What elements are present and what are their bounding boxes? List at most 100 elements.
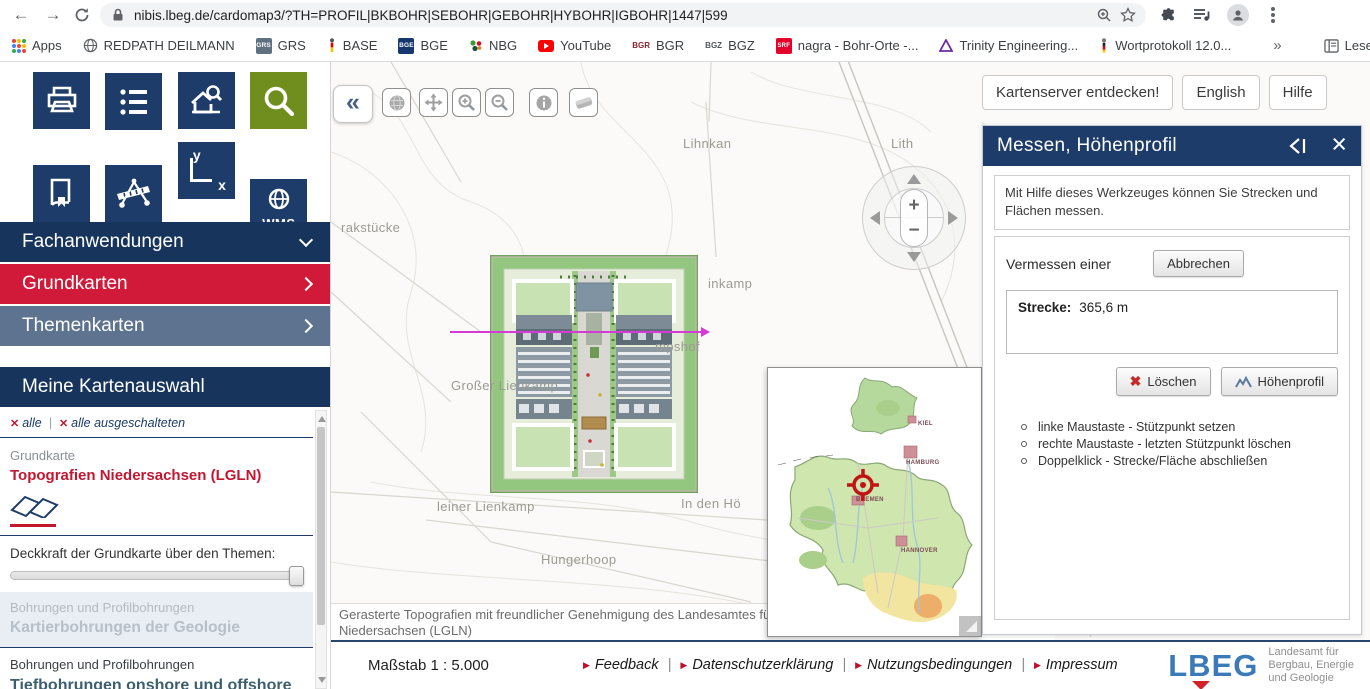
sidebar-item-fachanwendungen[interactable]: Fachanwendungen: [0, 222, 331, 262]
profile-avatar[interactable]: [1227, 4, 1249, 26]
address-search-button[interactable]: [178, 72, 235, 129]
chrome-actions: [1160, 4, 1281, 26]
svg-text:HAMBURG: HAMBURG: [906, 460, 939, 466]
feedback-link[interactable]: ▶Feedback: [583, 657, 659, 673]
base-layer-block: Grundkarte Topografien Niedersachsen (LG…: [0, 438, 313, 536]
bookmark-nbg[interactable]: NBG: [469, 38, 517, 53]
panel-description: Mit Hilfe dieses Werkzeuges können Sie S…: [994, 175, 1350, 230]
info-button[interactable]: [529, 88, 558, 117]
pan-west-arrow[interactable]: [870, 211, 880, 225]
sidebar-item-grundkarten[interactable]: Grundkarten: [0, 264, 331, 304]
bookmark-bgr[interactable]: BGR BGR: [632, 38, 684, 53]
clear-all-off-link[interactable]: alle ausgeschalteten: [71, 416, 185, 430]
bookmarks-overflow-chevron[interactable]: »: [1273, 37, 1281, 54]
bookmark-trinity[interactable]: Trinity Engineering...: [939, 38, 1078, 53]
scroll-down-arrow[interactable]: [318, 677, 326, 683]
map-layers-icon[interactable]: [10, 492, 60, 518]
hint-item: linke Maustaste - Stützpunkt setzen: [1006, 420, 1338, 434]
layer-filter-row: ✕alle|✕alle ausgeschalteten: [0, 407, 313, 438]
bookmark-youtube[interactable]: YouTube: [538, 38, 611, 53]
menu-dots-icon[interactable]: [1271, 13, 1275, 17]
zoom-out-button[interactable]: [485, 88, 514, 117]
base-layer-title[interactable]: Topografien Niedersachsen (LGLN): [10, 467, 313, 484]
clear-all-link[interactable]: alle: [22, 416, 41, 430]
panel-close-button[interactable]: ×: [1331, 131, 1347, 158]
privacy-link[interactable]: ▶Datenschutzerklärung: [680, 657, 833, 673]
bookmarks-maps-button[interactable]: [33, 165, 90, 222]
youtube-icon: [538, 40, 554, 52]
overview-map[interactable]: KIEL HAMBURG BREMEN HANNOVER: [767, 367, 982, 637]
measure-result-box: Strecke:365,6 m: [1006, 290, 1338, 354]
bookmark-star-icon[interactable]: [1120, 7, 1136, 23]
layer-item-kartierbohrungen[interactable]: Bohrungen und Profilbohrungen Kartierboh…: [0, 592, 313, 648]
forward-icon[interactable]: →: [42, 5, 64, 25]
collapse-panel-icon: [1287, 136, 1309, 156]
legend-button[interactable]: [105, 73, 162, 130]
cancel-button[interactable]: Abbrechen: [1153, 250, 1244, 277]
bookmark-bgz[interactable]: BGZ BGZ: [705, 38, 755, 53]
bookmark-base[interactable]: BASE: [327, 38, 378, 53]
terms-link[interactable]: ▶Nutzungsbedingungen: [855, 657, 1012, 673]
discover-mapserver-button[interactable]: Kartenserver entdecken!: [982, 75, 1173, 110]
bookmark-nagra[interactable]: SRF nagra - Bohr-Orte -...: [776, 38, 919, 54]
measure-button[interactable]: [105, 165, 162, 222]
reload-icon[interactable]: [74, 7, 90, 23]
pan-south-arrow[interactable]: [907, 252, 921, 262]
active-layer-underline: [10, 524, 56, 527]
bullet-icon: [1021, 458, 1027, 464]
zoom-in-control[interactable]: +: [901, 196, 927, 215]
hint-item: Doppelklick - Strecke/Fläche abschließen: [1006, 454, 1338, 468]
opacity-slider[interactable]: [10, 571, 303, 580]
extensions-icon[interactable]: [1160, 7, 1177, 24]
zoom-in-button[interactable]: [452, 88, 481, 117]
zoom-out-icon: [490, 93, 509, 112]
bookmark-apps[interactable]: Apps: [12, 38, 62, 53]
inset-resize-handle[interactable]: [959, 616, 981, 636]
pan-north-arrow[interactable]: [907, 174, 921, 184]
globe-icon: [388, 94, 406, 112]
address-bar[interactable]: nibis.lbeg.de/cardomap3/?TH=PROFIL|BKBOH…: [100, 3, 1146, 27]
panel-body: Mit Hilfe dieses Werkzeuges können Sie S…: [983, 166, 1361, 634]
playlist-icon[interactable]: [1193, 7, 1211, 23]
lock-icon: [110, 7, 126, 23]
bookmark-wortprotokoll[interactable]: Wortprotokoll 12.0...: [1099, 38, 1231, 53]
opacity-label: Deckkraft der Grundkarte über den Themen…: [10, 546, 303, 561]
back-icon[interactable]: ←: [10, 5, 32, 25]
elevation-profile-button[interactable]: Höhenprofil: [1221, 367, 1339, 396]
opacity-slider-handle[interactable]: [289, 566, 304, 586]
bookmark-bge[interactable]: BGE BGE: [398, 38, 447, 54]
bookmark-redpath[interactable]: REDPATH DEILMANN: [83, 38, 235, 53]
pan-east-arrow[interactable]: [948, 211, 958, 225]
full-extent-button[interactable]: [382, 88, 411, 117]
zoom-out-control[interactable]: −: [901, 221, 927, 240]
bgz-favicon: BGZ: [705, 41, 722, 50]
panel-collapse-button[interactable]: [1287, 136, 1309, 156]
map-label: Lith: [891, 136, 914, 151]
imprint-link[interactable]: ▶Impressum: [1034, 657, 1118, 673]
print-button[interactable]: [33, 72, 90, 129]
zoom-page-icon[interactable]: [1096, 7, 1112, 23]
pan-button[interactable]: [419, 88, 448, 117]
map-label: Großer Lienkamp: [451, 378, 558, 393]
search-button[interactable]: [250, 72, 307, 129]
eraser-button[interactable]: [569, 88, 598, 117]
delete-button[interactable]: ✖ Löschen: [1116, 367, 1211, 396]
map-label: mpshof: [655, 339, 700, 354]
coordinates-button[interactable]: y x: [178, 142, 235, 199]
scroll-up-arrow[interactable]: [318, 416, 326, 422]
layer-item-tiefbohrungen[interactable]: Bohrungen und Profilbohrungen Tiefbohrun…: [0, 648, 313, 689]
svg-text:HANNOVER: HANNOVER: [901, 548, 938, 554]
bge-favicon: BGE: [398, 38, 414, 54]
reading-list-button[interactable]: Leseliste: [1324, 38, 1370, 53]
scrollbar-thumb[interactable]: [317, 427, 325, 625]
language-button[interactable]: English: [1182, 75, 1259, 110]
main-area: Lihnkan Lith rakstücke inkamp mpshof Gro…: [331, 62, 1370, 689]
bullet-icon: [1021, 441, 1027, 447]
sidebar-scrollbar[interactable]: [315, 410, 327, 689]
apps-grid-icon: [12, 39, 26, 53]
help-button[interactable]: Hilfe: [1269, 75, 1327, 110]
collapse-sidebar-button[interactable]: «: [333, 85, 373, 123]
bullet-icon: [1021, 424, 1027, 430]
sidebar-item-themenkarten[interactable]: Themenkarten: [0, 306, 331, 346]
bookmark-grs[interactable]: GRS GRS: [256, 38, 306, 54]
